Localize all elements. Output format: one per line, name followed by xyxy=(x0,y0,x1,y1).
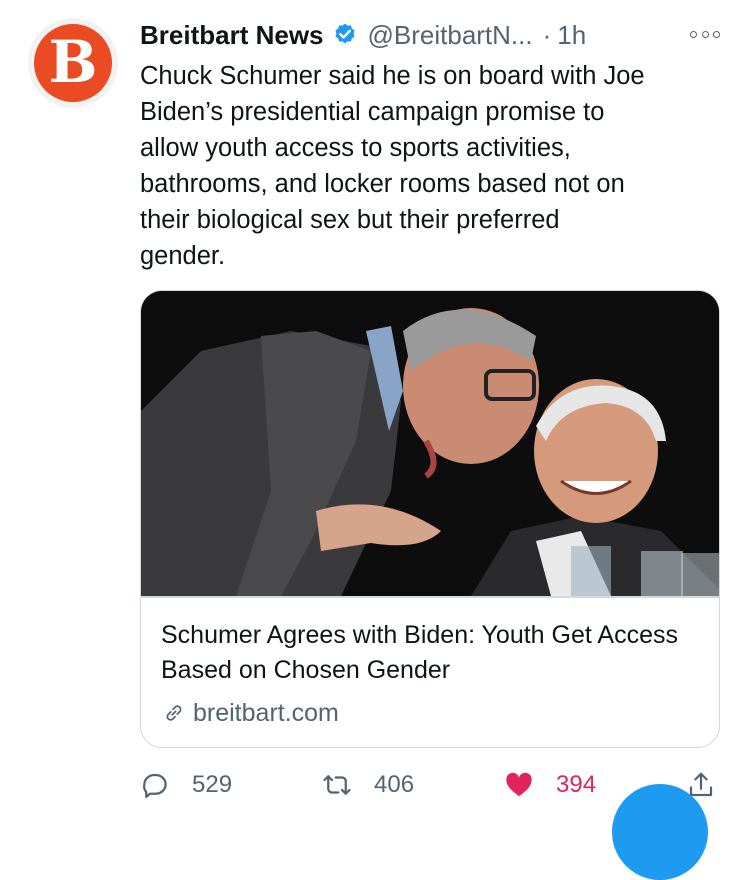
card-divider xyxy=(141,596,719,598)
breitbart-logo: B xyxy=(34,24,112,102)
retweet-button[interactable]: 406 xyxy=(322,760,414,810)
more-dot xyxy=(713,30,720,38)
card-photo[interactable] xyxy=(141,291,719,596)
author-handle[interactable]: @BreitbartN... xyxy=(368,20,533,51)
more-dot xyxy=(701,30,709,38)
retweet-icon xyxy=(323,775,351,795)
link-preview-card[interactable]: Schumer Agrees with Biden: Youth Get Acc… xyxy=(140,290,720,748)
link-icon xyxy=(166,705,182,721)
tweet-header: Breitbart News @BreitbartN... · 1h xyxy=(140,16,720,54)
more-dots-icon[interactable] xyxy=(690,22,720,46)
heart-icon xyxy=(506,772,532,797)
avatar-letter: B xyxy=(48,28,98,96)
more-dot xyxy=(690,30,697,38)
reply-bubble-icon xyxy=(143,773,167,798)
compose-fab-button[interactable] xyxy=(612,784,708,880)
card-title[interactable]: Schumer Agrees with Biden: Youth Get Acc… xyxy=(161,618,701,688)
reply-count: 529 xyxy=(192,771,233,798)
retweet-count: 406 xyxy=(374,771,415,798)
separator-dot: · xyxy=(542,19,552,50)
reply-button[interactable]: 529 xyxy=(140,760,232,810)
like-button[interactable]: 394 xyxy=(504,760,596,810)
card-photo-illustration xyxy=(141,291,719,596)
tweet-text: Chuck Schumer said he is on board with J… xyxy=(140,62,645,270)
author-avatar[interactable]: B xyxy=(28,18,118,108)
author-name[interactable]: Breitbart News xyxy=(140,20,324,51)
tweet-timestamp[interactable]: 1h xyxy=(557,20,586,51)
card-domain[interactable]: breitbart.com xyxy=(161,695,339,731)
card-domain-text: breitbart.com xyxy=(193,698,339,727)
like-count: 394 xyxy=(556,771,597,798)
verified-badge-icon xyxy=(334,23,355,44)
